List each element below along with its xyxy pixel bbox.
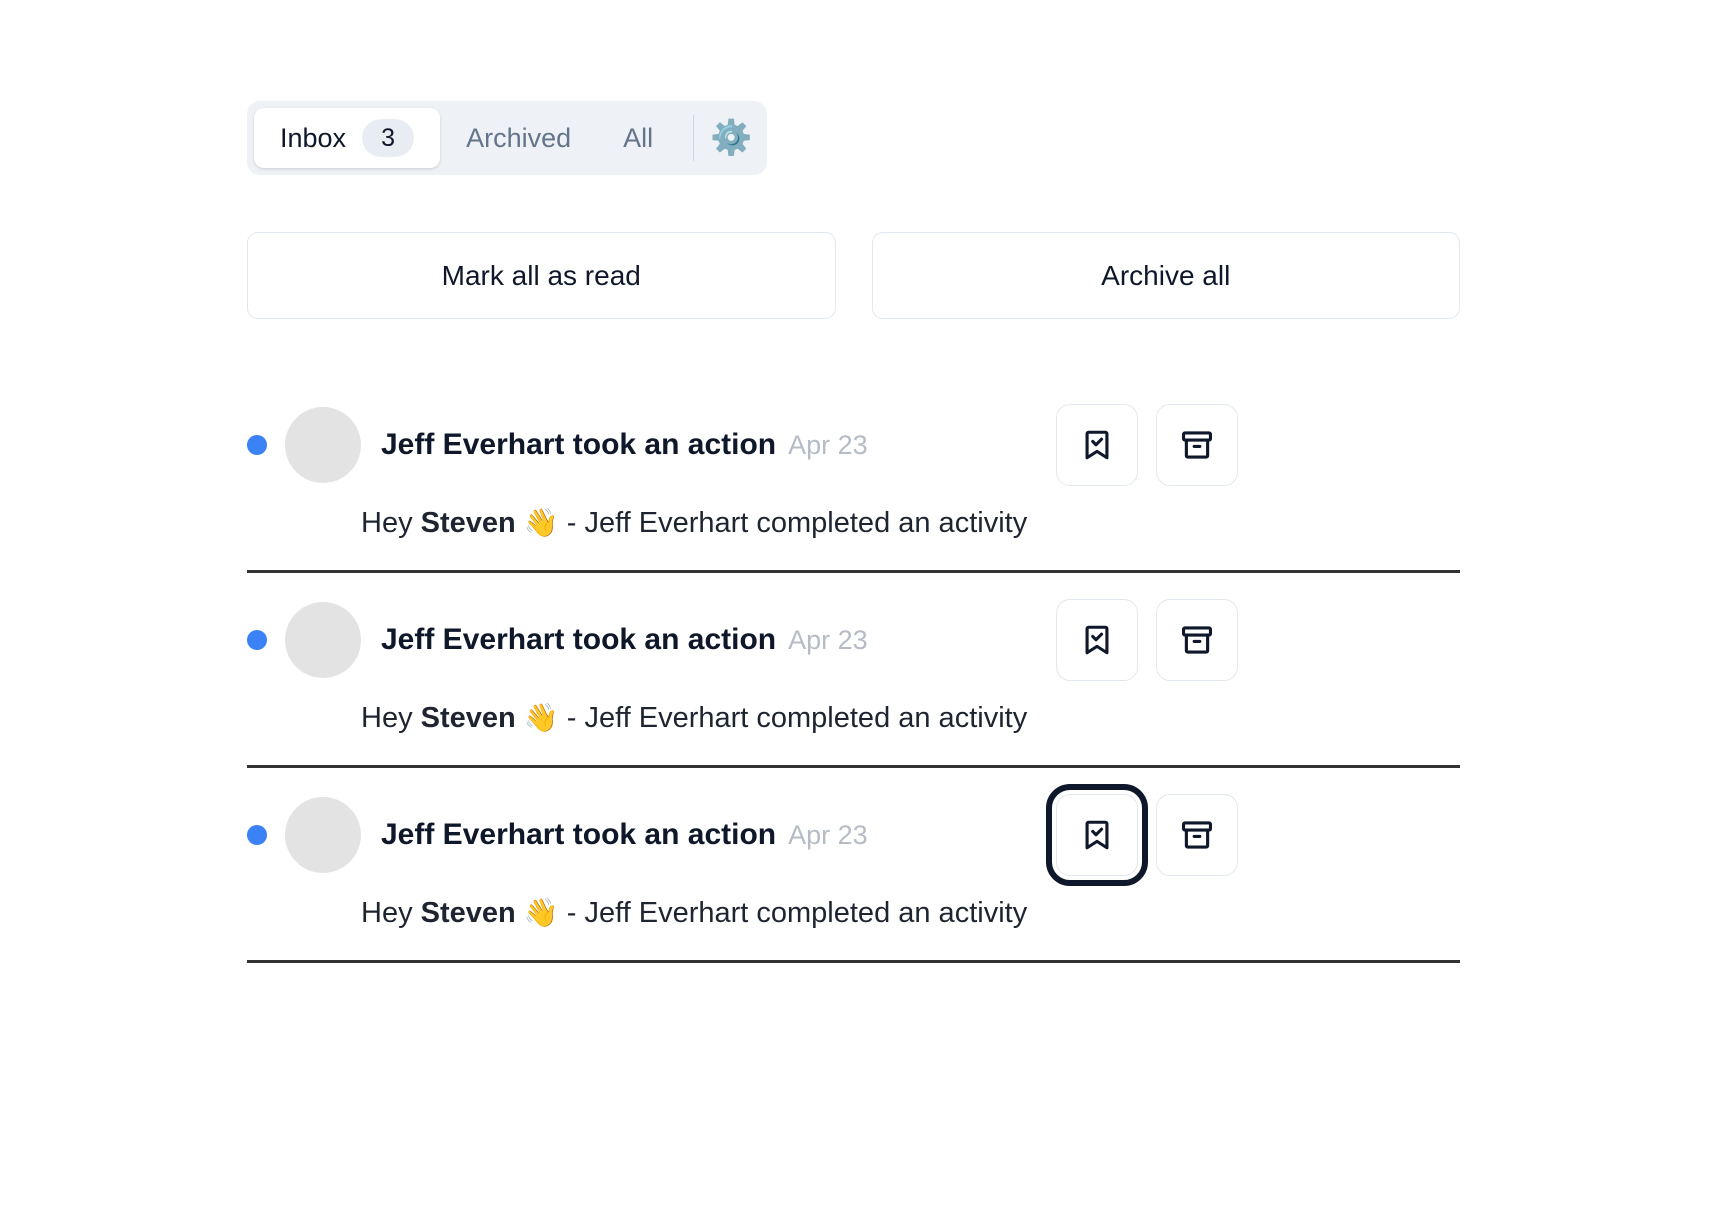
notification-item[interactable]: Jeff Everhart took an action Apr 23 bbox=[247, 768, 1460, 963]
tab-inbox-label: Inbox bbox=[280, 123, 346, 154]
notification-body-prefix: Hey bbox=[361, 897, 421, 929]
notification-body-suffix: - Jeff Everhart completed an activity bbox=[559, 507, 1028, 539]
notification-date: Apr 23 bbox=[788, 820, 868, 851]
avatar bbox=[285, 407, 361, 483]
notification-list: Jeff Everhart took an action Apr 23 bbox=[247, 378, 1460, 963]
bookmark-check-icon[interactable] bbox=[1056, 599, 1138, 681]
notification-date: Apr 23 bbox=[788, 625, 868, 656]
notification-actions bbox=[1056, 404, 1238, 486]
notification-body-prefix: Hey bbox=[361, 507, 421, 539]
notification-item[interactable]: Jeff Everhart took an action Apr 23 bbox=[247, 378, 1460, 573]
waving-hand-icon: 👋 bbox=[524, 702, 559, 733]
notification-body-suffix: - Jeff Everhart completed an activity bbox=[559, 897, 1028, 929]
bulk-action-bar: Mark all as read Archive all bbox=[247, 232, 1460, 319]
gear-icon[interactable]: ⚙️ bbox=[702, 109, 760, 167]
avatar bbox=[285, 602, 361, 678]
tab-archived-label: Archived bbox=[466, 123, 571, 154]
tab-all-label: All bbox=[623, 123, 653, 154]
avatar bbox=[285, 797, 361, 873]
archive-box-icon[interactable] bbox=[1156, 794, 1238, 876]
tab-all[interactable]: All bbox=[597, 108, 679, 168]
notification-header: Jeff Everhart took an action Apr 23 bbox=[247, 597, 1460, 683]
tab-archived[interactable]: Archived bbox=[440, 108, 597, 168]
notification-header: Jeff Everhart took an action Apr 23 bbox=[247, 792, 1460, 878]
bookmark-check-icon[interactable] bbox=[1056, 794, 1138, 876]
archive-all-button[interactable]: Archive all bbox=[872, 232, 1461, 319]
notification-body-prefix: Hey bbox=[361, 702, 421, 734]
notification-actions bbox=[1056, 599, 1238, 681]
tab-bar: Inbox 3 Archived All ⚙️ bbox=[247, 101, 767, 175]
unread-indicator-dot bbox=[247, 630, 267, 650]
notification-body: Hey Steven 👋 - Jeff Everhart completed a… bbox=[361, 701, 1460, 735]
archive-box-icon[interactable] bbox=[1156, 404, 1238, 486]
notification-body: Hey Steven 👋 - Jeff Everhart completed a… bbox=[361, 896, 1460, 930]
notification-body-recipient: Steven bbox=[421, 702, 516, 734]
notification-body-recipient: Steven bbox=[421, 507, 516, 539]
tab-divider bbox=[693, 115, 694, 161]
unread-indicator-dot bbox=[247, 435, 267, 455]
notification-actions bbox=[1056, 794, 1238, 876]
notification-body-recipient: Steven bbox=[421, 897, 516, 929]
notification-header: Jeff Everhart took an action Apr 23 bbox=[247, 402, 1460, 488]
notification-item[interactable]: Jeff Everhart took an action Apr 23 bbox=[247, 573, 1460, 768]
tab-inbox[interactable]: Inbox 3 bbox=[254, 108, 440, 168]
archive-box-icon[interactable] bbox=[1156, 599, 1238, 681]
notification-title: Jeff Everhart took an action bbox=[381, 623, 776, 657]
notification-body: Hey Steven 👋 - Jeff Everhart completed a… bbox=[361, 506, 1460, 540]
mark-all-as-read-button[interactable]: Mark all as read bbox=[247, 232, 836, 319]
notification-body-suffix: - Jeff Everhart completed an activity bbox=[559, 702, 1028, 734]
notification-inbox-app: Inbox 3 Archived All ⚙️ Mark all as read… bbox=[0, 0, 1712, 1208]
notification-title: Jeff Everhart took an action bbox=[381, 818, 776, 852]
gear-icon-glyph: ⚙️ bbox=[710, 121, 752, 155]
waving-hand-icon: 👋 bbox=[524, 897, 559, 928]
waving-hand-icon: 👋 bbox=[524, 507, 559, 538]
unread-indicator-dot bbox=[247, 825, 267, 845]
bookmark-check-icon[interactable] bbox=[1056, 404, 1138, 486]
notification-date: Apr 23 bbox=[788, 430, 868, 461]
tab-inbox-badge: 3 bbox=[362, 119, 414, 157]
notification-title: Jeff Everhart took an action bbox=[381, 428, 776, 462]
